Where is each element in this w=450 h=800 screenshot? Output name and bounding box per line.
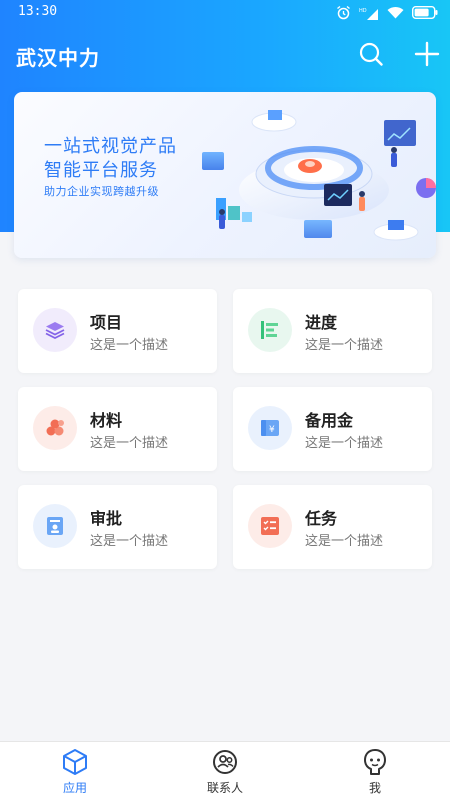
module-desc: 这是一个描述 bbox=[305, 534, 384, 549]
module-icon-badge: ¥ bbox=[248, 406, 292, 450]
approval-icon bbox=[47, 517, 63, 535]
banner-subtitle: 助力企业实现跨越升级 bbox=[44, 185, 159, 198]
module-desc: 这是一个描述 bbox=[90, 338, 169, 353]
module-icon-badge bbox=[248, 308, 292, 352]
plus-icon bbox=[414, 41, 440, 67]
module-icon-badge bbox=[33, 504, 77, 548]
progress-bars-icon bbox=[261, 321, 278, 339]
module-title: 备用金 bbox=[305, 411, 354, 430]
module-card-reserve-fund[interactable]: ¥ 备用金 这是一个描述 bbox=[233, 387, 432, 471]
materials-icon bbox=[46, 419, 64, 436]
module-title: 进度 bbox=[305, 313, 338, 332]
status-icons: HD bbox=[336, 5, 438, 20]
svg-text:¥: ¥ bbox=[269, 425, 275, 435]
module-icon-badge bbox=[33, 406, 77, 450]
battery-icon bbox=[412, 6, 438, 19]
banner-illustration bbox=[202, 110, 436, 241]
tab-label: 我 bbox=[368, 781, 381, 795]
reserve-fund-icon: ¥ bbox=[261, 420, 279, 436]
tab-label: 应用 bbox=[62, 781, 87, 795]
tab-label: 联系人 bbox=[206, 781, 243, 795]
module-title: 材料 bbox=[90, 411, 123, 430]
module-card-materials[interactable]: 材料 这是一个描述 bbox=[18, 387, 217, 471]
tab-me[interactable]: 我 bbox=[300, 742, 450, 800]
bottom-tab-bar: 应用 联系人 我 bbox=[0, 741, 450, 800]
module-desc: 这是一个描述 bbox=[90, 436, 169, 451]
module-title: 任务 bbox=[305, 509, 338, 528]
module-desc: 这是一个描述 bbox=[305, 436, 384, 451]
module-desc: 这是一个描述 bbox=[305, 338, 384, 353]
module-card-project[interactable]: 项目 这是一个描述 bbox=[18, 289, 217, 373]
contacts-icon bbox=[213, 750, 237, 774]
module-card-approval[interactable]: 审批 这是一个描述 bbox=[18, 485, 217, 569]
module-icon-badge bbox=[248, 504, 292, 548]
signal-icon: HD bbox=[359, 8, 378, 20]
alarm-icon bbox=[337, 5, 350, 20]
task-list-icon bbox=[261, 517, 279, 535]
tab-contacts[interactable]: 联系人 bbox=[150, 742, 300, 800]
app-cube-icon bbox=[63, 749, 87, 775]
module-title: 项目 bbox=[90, 313, 123, 332]
layers-icon bbox=[45, 322, 65, 340]
banner-title-line1: 一站式视觉产品 bbox=[44, 136, 177, 157]
tab-apps[interactable]: 应用 bbox=[0, 742, 150, 800]
promo-banner[interactable]: 一站式视觉产品 智能平台服务 助力企业实现跨越升级 bbox=[14, 92, 436, 258]
module-title: 审批 bbox=[90, 509, 123, 528]
module-card-task[interactable]: 任务 这是一个描述 bbox=[233, 485, 432, 569]
module-desc: 这是一个描述 bbox=[90, 534, 169, 549]
add-button[interactable] bbox=[413, 40, 441, 68]
search-button[interactable] bbox=[357, 40, 385, 68]
app-bar: 武汉中力 bbox=[0, 26, 450, 82]
profile-icon bbox=[364, 749, 386, 775]
app-title: 武汉中力 bbox=[16, 46, 100, 70]
wifi-icon bbox=[387, 6, 404, 19]
search-icon bbox=[359, 42, 383, 66]
module-card-progress[interactable]: 进度 这是一个描述 bbox=[233, 289, 432, 373]
status-bar: 13:30 HD bbox=[0, 0, 450, 26]
status-time: 13:30 bbox=[18, 4, 58, 19]
module-icon-badge bbox=[33, 308, 77, 352]
banner-title-line2: 智能平台服务 bbox=[44, 160, 158, 181]
network-label: HD bbox=[359, 8, 367, 14]
